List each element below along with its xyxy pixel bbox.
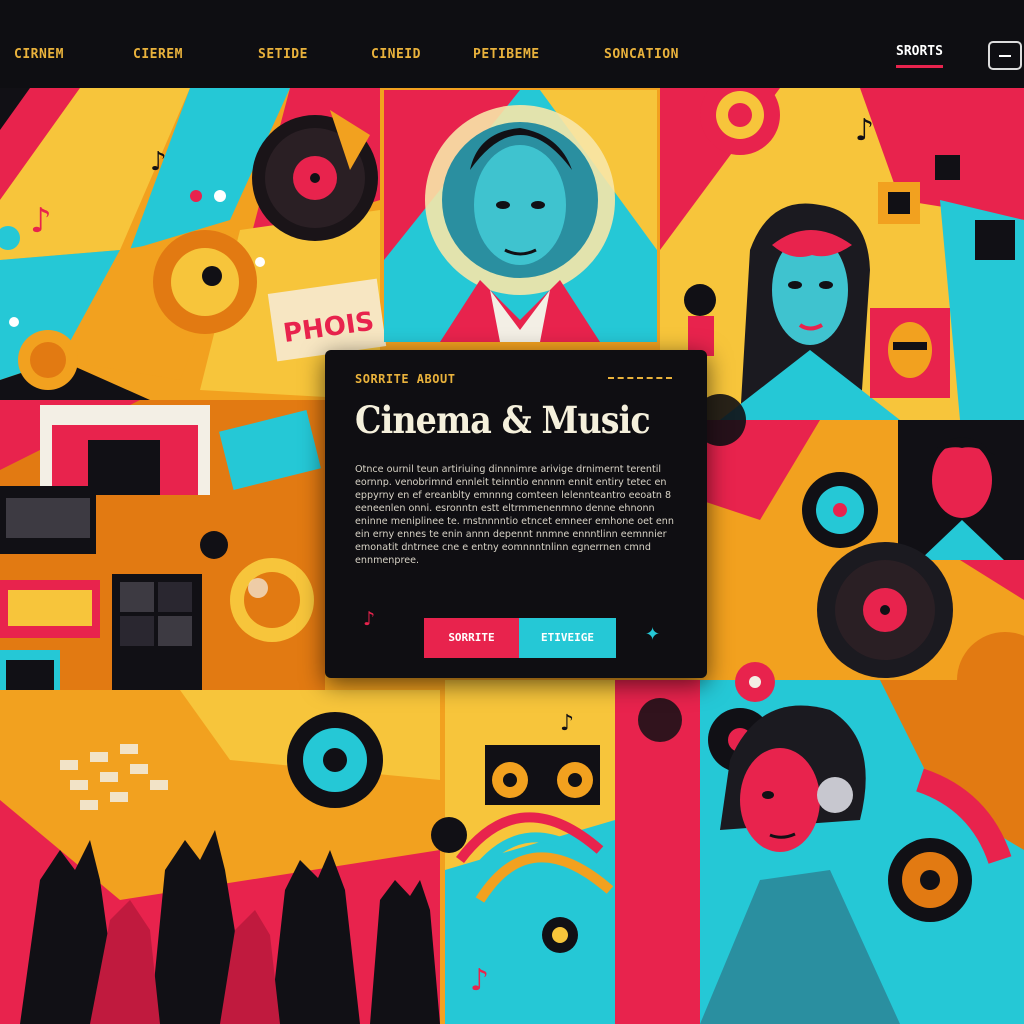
nav-link-soncation[interactable]: SONCATION bbox=[604, 47, 679, 62]
hero-card: SORRITE ABOUT Cinema & Music Otnce ourni… bbox=[325, 350, 707, 678]
top-navigation: CIRNEM CIEREM SETIDE CINEID PETIBEME SON… bbox=[0, 0, 1024, 88]
svg-text:♪: ♪ bbox=[470, 963, 489, 998]
hero-title: Cinema & Music bbox=[355, 398, 651, 442]
nav-link-cierem[interactable]: CIEREM bbox=[133, 47, 183, 62]
hero-body-text: Otnce ournil teun artiriuing dinnnimre a… bbox=[355, 464, 674, 566]
svg-text:♪: ♪ bbox=[560, 711, 574, 736]
svg-text:♪: ♪ bbox=[30, 201, 52, 241]
music-note-icon: ♪ bbox=[363, 608, 376, 630]
svg-text:♪: ♪ bbox=[855, 113, 874, 148]
primary-button[interactable]: SORRITE bbox=[424, 618, 519, 658]
nav-link-setide[interactable]: SETIDE bbox=[258, 47, 308, 62]
nav-link-petibeme[interactable]: PETIBEME bbox=[473, 47, 540, 62]
nav-link-active[interactable]: SRORTS bbox=[896, 44, 943, 68]
secondary-button[interactable]: ETIVEIGE bbox=[519, 618, 616, 658]
hamburger-menu-icon[interactable] bbox=[988, 41, 1022, 70]
hero-eyebrow: SORRITE ABOUT bbox=[355, 372, 456, 386]
nav-link-cirnem[interactable]: CIRNEM bbox=[14, 47, 64, 62]
sparkle-icon: ✦ bbox=[645, 624, 661, 645]
svg-text:♪: ♪ bbox=[150, 147, 167, 177]
eyebrow-divider bbox=[608, 377, 672, 379]
nav-link-cineid[interactable]: CINEID bbox=[371, 47, 421, 62]
